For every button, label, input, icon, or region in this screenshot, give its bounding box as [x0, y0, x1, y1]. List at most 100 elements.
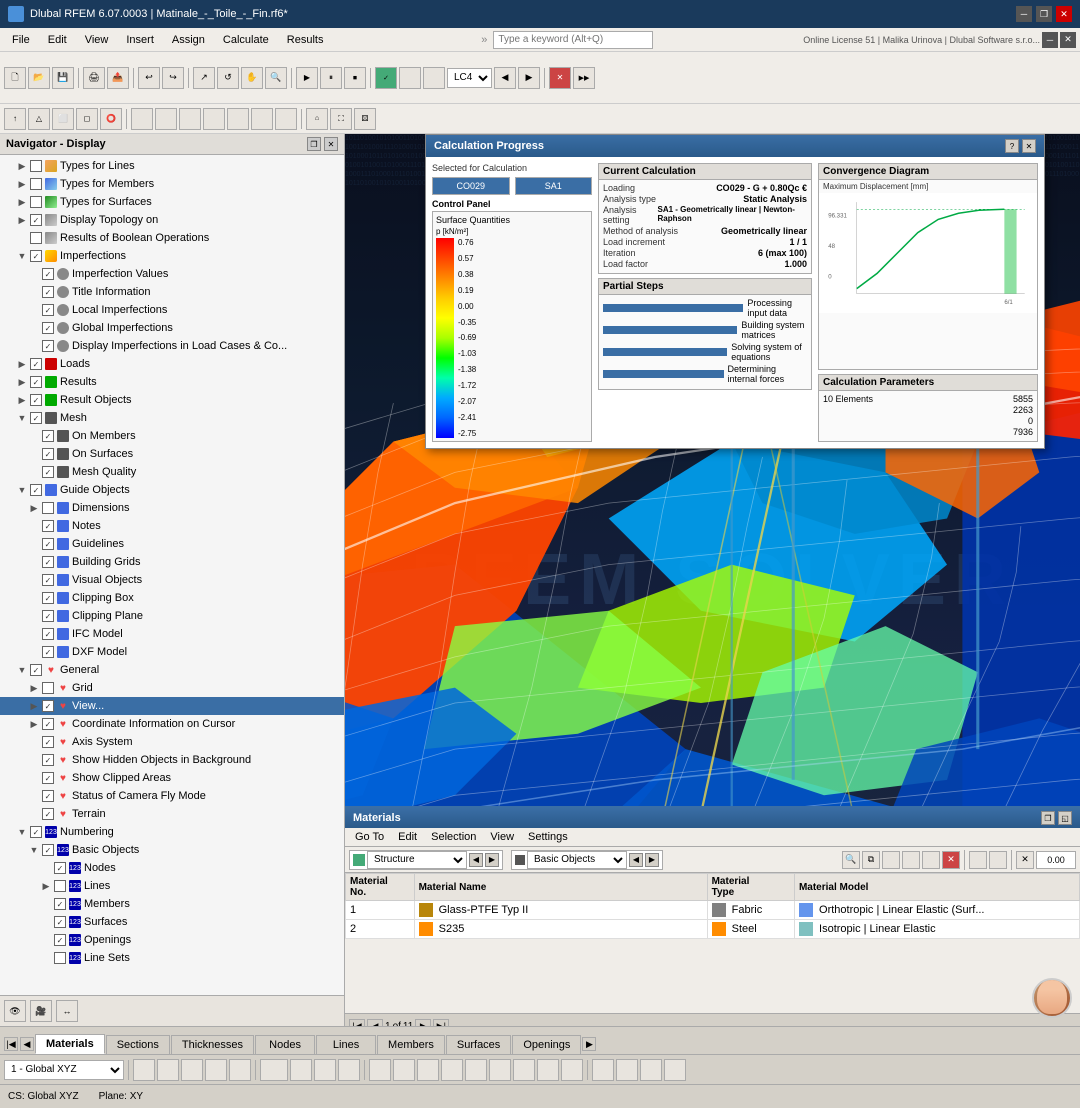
toolbar2-btn2[interactable]: △: [28, 108, 50, 130]
check-loads[interactable]: [30, 358, 42, 370]
toolbar-prev-lc[interactable]: ◀: [494, 67, 516, 89]
expand-numbering[interactable]: ▼: [16, 826, 28, 838]
toolbar-view2[interactable]: [399, 67, 421, 89]
search-input[interactable]: [493, 31, 653, 49]
check-title-info[interactable]: [42, 286, 54, 298]
toolbar-rotate[interactable]: ↺: [217, 67, 239, 89]
check-display-topology[interactable]: [30, 214, 42, 226]
bottom-tb-btn8[interactable]: [314, 1059, 336, 1081]
mat-tb-btn8[interactable]: [989, 851, 1007, 869]
tab-thicknesses[interactable]: Thicknesses: [171, 1035, 254, 1054]
tree-item-guidelines[interactable]: ▶ Guidelines: [0, 535, 344, 553]
toolbar-view3[interactable]: [423, 67, 445, 89]
check-types-members[interactable]: [30, 178, 42, 190]
tree-item-results[interactable]: ▶ Results: [0, 373, 344, 391]
bottom-tb-btn17[interactable]: [537, 1059, 559, 1081]
toolbar-open[interactable]: 📂: [28, 67, 50, 89]
table-row[interactable]: 1 Glass-PTFE Typ II Fabric: [346, 901, 1080, 920]
tree-item-notes[interactable]: ▶ Notes: [0, 517, 344, 535]
tree-item-ifc-model[interactable]: ▶ IFC Model: [0, 625, 344, 643]
check-local-imp[interactable]: [42, 304, 54, 316]
tree-item-terrain[interactable]: ▶ ♥ Terrain: [0, 805, 344, 823]
check-show-clipped[interactable]: [42, 772, 54, 784]
check-notes[interactable]: [42, 520, 54, 532]
tree-item-mesh-quality[interactable]: ▶ Mesh Quality: [0, 463, 344, 481]
tab-openings[interactable]: Openings: [512, 1035, 581, 1054]
expand-types-lines[interactable]: ▶: [16, 160, 28, 172]
toolbar2-btn14[interactable]: ⛶: [330, 108, 352, 130]
mat-tb-copy[interactable]: ⧉: [862, 851, 880, 869]
toolbar-btn7[interactable]: ⏹: [344, 67, 366, 89]
mat-tb-btn5[interactable]: [922, 851, 940, 869]
col-material-no[interactable]: MaterialNo.: [346, 874, 415, 901]
check-general[interactable]: [30, 664, 42, 676]
tree-item-global-imperfections[interactable]: ▶ Global Imperfections: [0, 319, 344, 337]
navigator-close[interactable]: ✕: [324, 137, 338, 151]
check-results[interactable]: [30, 376, 42, 388]
toolbar2-btn9[interactable]: [203, 108, 225, 130]
check-lines[interactable]: [54, 880, 66, 892]
check-global-imp[interactable]: [42, 322, 54, 334]
expand-lines[interactable]: ▶: [40, 880, 52, 892]
page-first[interactable]: |◀: [349, 1019, 365, 1027]
mat-tb-btn7[interactable]: [969, 851, 987, 869]
tree-item-visual-objects[interactable]: ▶ Visual Objects: [0, 571, 344, 589]
bottom-tb-btn2[interactable]: [157, 1059, 179, 1081]
tree-item-on-members[interactable]: ▶ On Members: [0, 427, 344, 445]
dialog-close[interactable]: ✕: [1022, 139, 1036, 153]
toolbar-calc[interactable]: ✕: [549, 67, 571, 89]
check-clipping-box[interactable]: [42, 592, 54, 604]
nav-bottom-btn3[interactable]: ↔: [56, 1000, 78, 1022]
tree-item-local-imperfections[interactable]: ▶ Local Imperfections: [0, 301, 344, 319]
bottom-tb-btn9[interactable]: [338, 1059, 360, 1081]
tree-item-openings[interactable]: ▶ 123 Openings: [0, 931, 344, 949]
expand-types-surfaces[interactable]: ▶: [16, 196, 28, 208]
toolbar2-btn3[interactable]: ⬜: [52, 108, 74, 130]
tree-item-coord-info[interactable]: ▶ ♥ Coordinate Information on Cursor: [0, 715, 344, 733]
check-building-grids[interactable]: [42, 556, 54, 568]
tree-item-dxf-model[interactable]: ▶ DXF Model: [0, 643, 344, 661]
menu-assign[interactable]: Assign: [164, 32, 213, 48]
check-numbering[interactable]: [30, 826, 42, 838]
menu-edit[interactable]: Edit: [40, 32, 75, 48]
expand-result-objects[interactable]: ▶: [16, 394, 28, 406]
check-boolean[interactable]: [30, 232, 42, 244]
bottom-tb-btn20[interactable]: [616, 1059, 638, 1081]
check-grid[interactable]: [42, 682, 54, 694]
toolbar2-btn1[interactable]: ↑: [4, 108, 26, 130]
check-imperfections[interactable]: [30, 250, 42, 262]
toolbar-combo-lc[interactable]: LC4: [447, 68, 492, 88]
tabs-first[interactable]: |◀: [4, 1037, 18, 1051]
check-dimensions[interactable]: [42, 502, 54, 514]
tree-item-axis-system[interactable]: ▶ ♥ Axis System: [0, 733, 344, 751]
toolbar2-btn5[interactable]: ⭕: [100, 108, 122, 130]
bottom-tb-btn6[interactable]: [260, 1059, 288, 1081]
menu-close[interactable]: ✕: [1060, 32, 1076, 48]
tree-item-members[interactable]: ▶ 123 Members: [0, 895, 344, 913]
toolbar2-btn10[interactable]: [227, 108, 249, 130]
tree-item-clipping-box[interactable]: ▶ Clipping Box: [0, 589, 344, 607]
mat-tb-search[interactable]: 🔍: [842, 851, 860, 869]
tree-item-result-objects[interactable]: ▶ Result Objects: [0, 391, 344, 409]
tabs-prev[interactable]: ◀: [20, 1037, 34, 1051]
check-on-surfaces[interactable]: [42, 448, 54, 460]
bottom-tb-btn13[interactable]: [441, 1059, 463, 1081]
tree-item-camera-fly[interactable]: ▶ ♥ Status of Camera Fly Mode: [0, 787, 344, 805]
tree-item-display-topology[interactable]: ▶ Display Topology on: [0, 211, 344, 229]
bottom-tb-btn15[interactable]: [489, 1059, 511, 1081]
tree-item-surfaces[interactable]: ▶ 123 Surfaces: [0, 913, 344, 931]
mat-menu-settings[interactable]: Settings: [522, 830, 574, 844]
check-nodes[interactable]: [54, 862, 66, 874]
mat-tb-btn9[interactable]: ✕: [1016, 851, 1034, 869]
menu-calculate[interactable]: Calculate: [215, 32, 277, 48]
check-clipping-plane[interactable]: [42, 610, 54, 622]
check-on-members[interactable]: [42, 430, 54, 442]
table-row[interactable]: 2 S235 Steel: [346, 920, 1080, 939]
expand-guide-objects[interactable]: ▼: [16, 484, 28, 496]
check-members[interactable]: [54, 898, 66, 910]
check-show-hidden[interactable]: [42, 754, 54, 766]
tree-item-imperfection-values[interactable]: ▶ Imperfection Values: [0, 265, 344, 283]
tree-item-imperfections[interactable]: ▼ Imperfections: [0, 247, 344, 265]
bottom-tb-btn7[interactable]: [290, 1059, 312, 1081]
combo-co029[interactable]: CO029: [432, 177, 510, 195]
